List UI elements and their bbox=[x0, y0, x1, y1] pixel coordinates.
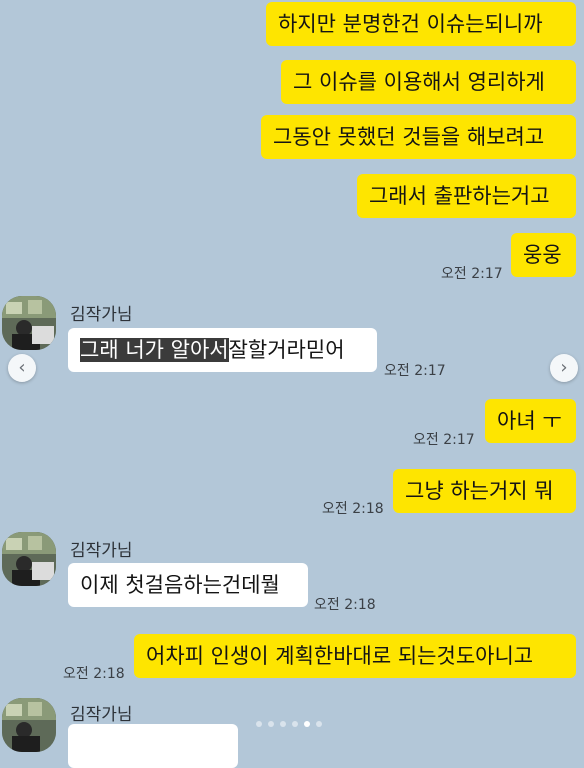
message-bubble: 그냥 하는거지 뭐 bbox=[393, 469, 576, 513]
message-text: 잘할거라믿어 bbox=[228, 338, 345, 362]
message-time: 오전 2:18 bbox=[314, 597, 376, 613]
carousel-dot[interactable] bbox=[280, 720, 286, 727]
avatar-photo bbox=[2, 296, 56, 350]
message-bubble: 어차피 인생이 계획한바대로 되는것도아니고 bbox=[134, 634, 576, 678]
carousel-dot[interactable] bbox=[268, 720, 274, 727]
highlighted-text: 그래 너가 알아서 bbox=[80, 338, 229, 362]
carousel-prev-button[interactable]: ‹ bbox=[8, 354, 36, 382]
message-bubble: 하지만 분명한건 이슈는되니까 bbox=[266, 2, 576, 46]
message-time: 오전 2:18 bbox=[63, 666, 125, 682]
carousel-dots bbox=[256, 713, 328, 727]
avatar-photo bbox=[2, 532, 56, 586]
avatar[interactable] bbox=[2, 296, 56, 350]
message-bubble: 웅웅 bbox=[511, 233, 576, 277]
message-time: 오전 2:17 bbox=[441, 266, 503, 282]
message-bubble: 아녀 ㅜ bbox=[485, 399, 576, 443]
message-bubble bbox=[68, 724, 238, 768]
carousel-dot[interactable] bbox=[316, 720, 322, 727]
carousel-dot[interactable] bbox=[256, 720, 262, 727]
avatar[interactable] bbox=[2, 532, 56, 586]
carousel-next-button[interactable]: › bbox=[550, 354, 578, 382]
chevron-right-icon: › bbox=[560, 357, 568, 378]
sender-name: 김작가님 bbox=[70, 541, 133, 561]
carousel-dot-active[interactable] bbox=[304, 720, 310, 727]
avatar-photo bbox=[2, 698, 56, 752]
message-bubble: 그래 너가 알아서잘할거라믿어 bbox=[68, 328, 377, 372]
message-time: 오전 2:18 bbox=[322, 501, 384, 517]
carousel-dot[interactable] bbox=[292, 720, 298, 727]
message-bubble: 그동안 못했던 것들을 해보려고 bbox=[261, 115, 576, 159]
sender-name: 김작가님 bbox=[70, 705, 133, 725]
chevron-left-icon: ‹ bbox=[18, 357, 26, 378]
message-time: 오전 2:17 bbox=[384, 363, 446, 379]
avatar[interactable] bbox=[2, 698, 56, 752]
message-bubble: 이제 첫걸음하는건데뭘 bbox=[68, 563, 308, 607]
message-time: 오전 2:17 bbox=[413, 432, 475, 448]
message-bubble: 그래서 출판하는거고 bbox=[357, 174, 576, 218]
message-bubble: 그 이슈를 이용해서 영리하게 bbox=[281, 60, 576, 104]
sender-name: 김작가님 bbox=[70, 305, 133, 325]
